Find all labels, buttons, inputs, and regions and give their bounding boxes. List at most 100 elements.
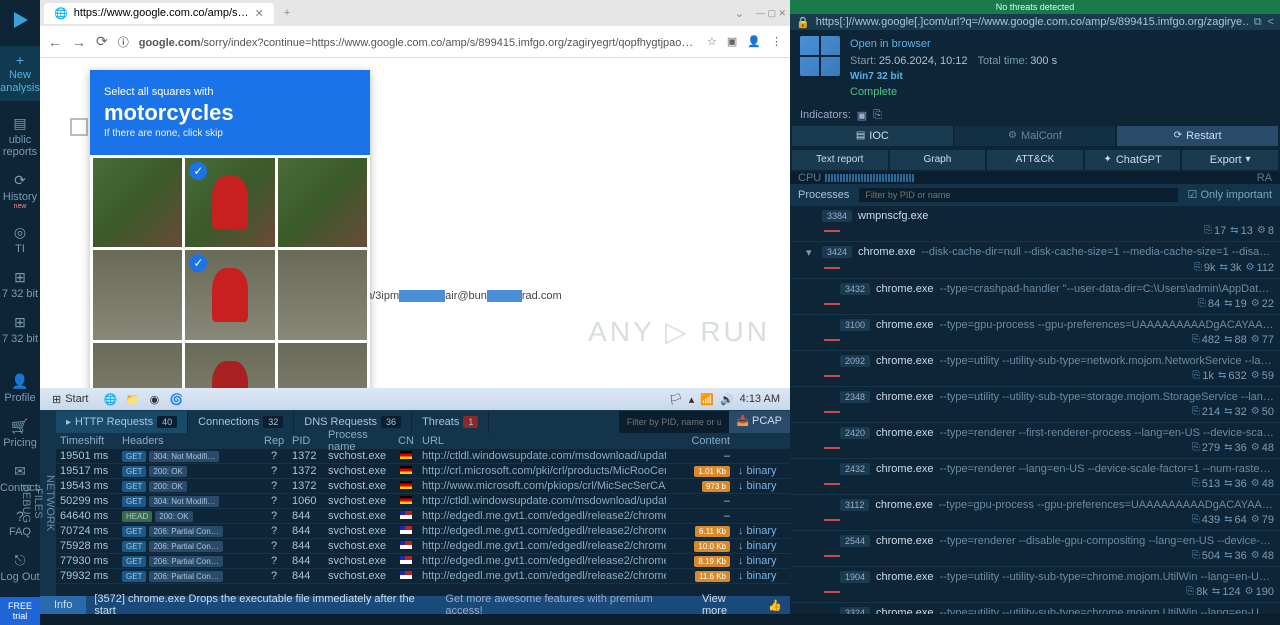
view-more-link[interactable]: View more <box>694 593 760 617</box>
network-row[interactable]: 50299 msGET304: Not Modifi…?1060svchost.… <box>56 494 790 509</box>
captcha-tile[interactable] <box>278 343 367 388</box>
restart-button[interactable]: ⟳ Restart <box>1117 126 1278 146</box>
new-analysis-button[interactable]: + New analysis <box>0 46 44 101</box>
profile-icon[interactable]: 👤 <box>747 35 761 48</box>
rail-public-reports[interactable]: ▤ublic reports <box>0 115 40 158</box>
rail-win7-1[interactable]: ⊞7 32 bit <box>0 269 40 300</box>
captcha-tile[interactable] <box>185 343 274 388</box>
network-filter-input[interactable] <box>619 411 729 433</box>
tab-connections[interactable]: Connections32 <box>188 411 294 433</box>
network-row[interactable]: 77930 msGET206: Partial Con…?844svchost.… <box>56 554 790 569</box>
captcha-tile[interactable] <box>278 158 367 247</box>
process-row[interactable]: 1904chrome.exe--type=utility --utility-s… <box>790 567 1280 603</box>
process-row[interactable]: 2092chrome.exe--type=utility --utility-s… <box>790 351 1280 387</box>
network-columns: TimeshiftHeadersRepPIDProcess nameCNURLC… <box>56 433 790 449</box>
tab-threats[interactable]: Threats1 <box>412 411 489 433</box>
indicator-icon[interactable]: ▣ <box>857 109 867 122</box>
indicators-row: Indicators:▣⎘ <box>790 107 1280 124</box>
tray-net-icon[interactable]: 📶 <box>700 393 714 406</box>
tab-http-requests[interactable]: ▸ HTTP Requests40 <box>56 411 188 433</box>
network-row[interactable]: 19501 msGET304: Not Modifi…?1372svchost.… <box>56 449 790 464</box>
anyrun-logo <box>8 8 32 32</box>
reload-button[interactable]: ⟳ <box>96 33 108 50</box>
captcha-tile[interactable] <box>93 343 182 388</box>
browser-tab[interactable]: 🌐 https://www.google.com.co/amp/s… ✕ <box>44 3 274 24</box>
forward-button[interactable]: → <box>72 34 86 50</box>
windows-icon: ⊞ <box>52 393 61 406</box>
back-button[interactable]: ← <box>48 34 62 50</box>
tb-ie-icon[interactable]: 🌐 <box>102 391 118 407</box>
site-info-icon[interactable]: ⓘ <box>118 34 129 50</box>
network-row[interactable]: 75928 msGET206: Partial Con…?844svchost.… <box>56 539 790 554</box>
captcha-tile[interactable] <box>93 158 182 247</box>
tray-up-icon[interactable]: ▴ <box>689 393 695 406</box>
captcha-tile[interactable] <box>278 250 367 339</box>
rail-win7-2[interactable]: ⊞7 32 bit <box>0 314 40 345</box>
captcha-tile[interactable]: ✓ <box>185 250 274 339</box>
new-tab-button[interactable]: + <box>278 7 296 19</box>
ioc-button[interactable]: ▤ IOC <box>792 126 953 146</box>
processes-header: Processes ☑ Only important <box>790 184 1280 206</box>
copy-icon[interactable]: ⧉ <box>1254 16 1262 29</box>
extension-icon[interactable]: ▣ <box>727 35 737 48</box>
tab-close-icon[interactable]: ✕ <box>255 7 264 20</box>
chatgpt-button[interactable]: ✦ ChatGPT <box>1085 150 1181 170</box>
start-button[interactable]: ⊞Start <box>44 391 96 408</box>
tray-flag-icon[interactable]: 🏳 <box>669 393 683 406</box>
process-row[interactable]: 2432chrome.exe--type=renderer --lang=en-… <box>790 459 1280 495</box>
process-row[interactable]: 3324chrome.exe--type=utility --utility-s… <box>790 603 1280 615</box>
process-row[interactable]: 3112chrome.exe--type=gpu-process --gpu-p… <box>790 495 1280 531</box>
rail-profile[interactable]: 👤Profile <box>0 373 40 404</box>
premium-text: Get more awesome features with premium a… <box>437 593 694 617</box>
address-bar: ← → ⟳ ⓘ google.com/sorry/index?continue=… <box>40 26 790 58</box>
side-tab-network[interactable]: NETWORK <box>44 415 56 592</box>
graph-button[interactable]: Graph <box>890 150 986 170</box>
anyrun-watermark: ANY ▷ RUN <box>588 315 770 348</box>
pcap-button[interactable]: 📥 PCAP <box>729 411 790 433</box>
network-panel: NETWORK FILES DEBUG ▸ HTTP Requests40 Co… <box>40 410 790 596</box>
network-row[interactable]: 79932 msGET206: Partial Con…?844svchost.… <box>56 569 790 584</box>
captcha-tile[interactable] <box>93 250 182 339</box>
process-row[interactable]: 3384wmpnscfg.exe⎘17⇆13⚙8 <box>790 206 1280 242</box>
network-row[interactable]: 19543 msGET200: OK?1372svchost.exehttp:/… <box>56 479 790 494</box>
process-row[interactable]: 2420chrome.exe--type=renderer --first-re… <box>790 423 1280 459</box>
text-report-button[interactable]: Text report <box>792 150 888 170</box>
network-row[interactable]: 19517 msGET200: OK?1372svchost.exehttp:/… <box>56 464 790 479</box>
side-tab-files[interactable]: FILES <box>32 415 44 592</box>
rail-history[interactable]: ⟳Historynew <box>0 172 40 210</box>
tb-folder-icon[interactable]: 📁 <box>124 391 140 407</box>
page-body: About th This netw maliciou sending t IP… <box>40 58 790 388</box>
rail-ti[interactable]: ◎TI <box>0 224 40 255</box>
menu-icon[interactable]: ⋮ <box>771 35 782 48</box>
open-in-browser-link[interactable]: Open in browser <box>850 38 931 50</box>
process-list: 3384wmpnscfg.exe⎘17⇆13⚙8▾3424chrome.exe-… <box>790 206 1280 615</box>
email-fragment: gh/3ipmxxxxair@bunxxrad.com <box>360 290 562 302</box>
process-row[interactable]: 2544chrome.exe--type=renderer --disable-… <box>790 531 1280 567</box>
process-filter-input[interactable] <box>859 188 1177 202</box>
export-button[interactable]: Export ▾ <box>1182 150 1278 170</box>
attck-button[interactable]: ATT&CK <box>987 150 1083 170</box>
process-row[interactable]: 3432chrome.exe--type=crashpad-handler "-… <box>790 279 1280 315</box>
recaptcha-checkbox[interactable] <box>70 118 88 136</box>
free-trial-badge[interactable]: FREE trial <box>0 597 40 625</box>
info-button[interactable]: Info <box>40 596 86 614</box>
process-row[interactable]: 3100chrome.exe--type=gpu-process --gpu-p… <box>790 315 1280 351</box>
captcha-tile[interactable]: ✓ <box>185 158 274 247</box>
share-icon[interactable]: < <box>1268 16 1274 29</box>
window-caret-icon[interactable]: ⌄ <box>735 7 744 20</box>
process-row[interactable]: ▾3424chrome.exe--disk-cache-dir=null --d… <box>790 242 1280 279</box>
thumbs-up-icon[interactable]: 👍 <box>760 599 790 612</box>
network-row[interactable]: 70724 msGET206: Partial Con…?844svchost.… <box>56 524 790 539</box>
tb-chrome-icon[interactable]: ◉ <box>146 391 162 407</box>
network-row[interactable]: 64640 msHEAD200: OK?844svchost.exehttp:/… <box>56 509 790 524</box>
window-controls[interactable]: — ▢ ✕ <box>756 8 786 19</box>
tb-edge-icon[interactable]: 🌀 <box>168 391 184 407</box>
tray-sound-icon[interactable]: 🔊 <box>720 393 734 406</box>
tray-time[interactable]: 4:13 AM <box>740 393 780 405</box>
side-tab-debug[interactable]: DEBUG <box>20 415 32 592</box>
star-icon[interactable]: ☆ <box>707 35 717 48</box>
indicator-icon[interactable]: ⎘ <box>873 109 882 122</box>
process-row[interactable]: 2348chrome.exe--type=utility --utility-s… <box>790 387 1280 423</box>
analyzed-url-bar: 🔒 https[:]//www.google[.]com/url?q=//www… <box>790 14 1280 30</box>
url-text[interactable]: google.com/sorry/index?continue=https://… <box>139 35 697 49</box>
